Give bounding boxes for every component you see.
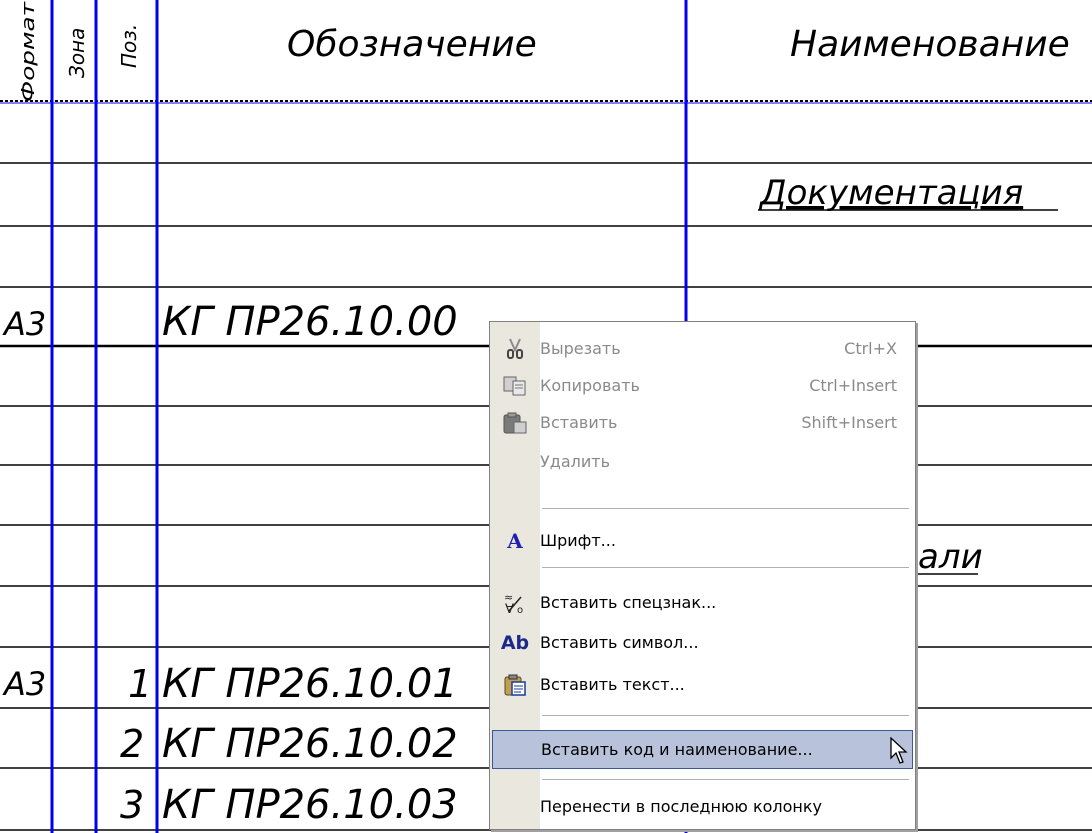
menu-item-shortcut: Shift+Insert <box>801 413 897 432</box>
row-format: А3 <box>2 305 46 343</box>
menu-item-shortcut: Ctrl+X <box>844 339 897 358</box>
menu-item-move-to-last-column[interactable]: Перенести в последнюю колонку <box>492 789 913 824</box>
menu-item-cut[interactable]: Вырезать Ctrl+X <box>492 331 913 366</box>
row-designation: КГ ПР26.10.00 <box>162 299 458 345</box>
menu-separator <box>542 715 909 716</box>
menu-item-label: Вставить текст... <box>540 675 685 694</box>
symbol-icon: Ab <box>500 631 530 654</box>
font-icon: A <box>507 528 523 553</box>
insert-text-icon <box>498 667 532 702</box>
menu-item-copy[interactable]: Копировать Ctrl+Insert <box>492 368 913 403</box>
svg-text:∀: ∀ <box>505 602 514 615</box>
row-position: 2 <box>120 722 144 766</box>
menu-separator <box>542 508 909 509</box>
header-designation: Обозначение <box>287 24 537 65</box>
row-designation: КГ ПР26.10.03 <box>162 782 458 828</box>
mouse-cursor-icon <box>890 736 908 769</box>
section-details-fragment: али <box>918 537 983 577</box>
copy-icon <box>498 368 532 403</box>
svg-text:o: o <box>517 605 523 615</box>
menu-item-label: Вставить <box>540 413 618 432</box>
menu-item-label: Перенести в последнюю колонку <box>540 797 823 816</box>
menu-item-label: Вставить спецзнак... <box>540 593 717 612</box>
menu-separator <box>542 567 909 568</box>
menu-item-label: Вставить код и наименование... <box>541 740 813 759</box>
header-format: Формат <box>18 1 39 102</box>
row-position: 1 <box>128 662 152 706</box>
header-position: Поз. <box>117 24 141 68</box>
menu-item-font[interactable]: A Шрифт... <box>492 523 913 558</box>
menu-item-insert-symbol[interactable]: Ab Вставить символ... <box>492 625 913 660</box>
menu-item-insert-special-sign[interactable]: ≈ ∀ o Вставить спецзнак... <box>492 585 913 620</box>
menu-item-shortcut: Ctrl+Insert <box>809 376 897 395</box>
menu-item-delete[interactable]: Удалить <box>492 444 913 479</box>
menu-item-insert-text[interactable]: Вставить текст... <box>492 667 913 702</box>
paste-icon <box>498 405 532 440</box>
row-position: 3 <box>120 783 144 827</box>
header-name: Наименование <box>790 24 1070 65</box>
scissors-icon <box>498 331 532 366</box>
menu-item-paste[interactable]: Вставить Shift+Insert <box>492 405 913 440</box>
row-designation: КГ ПР26.10.01 <box>162 661 458 707</box>
menu-item-label: Копировать <box>540 376 640 395</box>
menu-item-label: Шрифт... <box>540 531 616 550</box>
special-sign-icon: ≈ ∀ o <box>498 585 532 620</box>
header-zone: Зона <box>65 28 89 78</box>
row-designation: КГ ПР26.10.02 <box>162 721 458 767</box>
menu-separator <box>542 779 909 780</box>
context-menu: Вырезать Ctrl+X Копировать Ctrl+Insert В… <box>489 321 916 830</box>
menu-item-label: Вырезать <box>540 339 621 358</box>
section-documentation: Документация <box>758 173 1023 213</box>
row-format: А3 <box>2 665 46 703</box>
menu-item-label: Удалить <box>540 452 610 471</box>
menu-item-label: Вставить символ... <box>540 633 699 652</box>
menu-item-insert-code-and-name[interactable]: Вставить код и наименование... <box>492 730 913 769</box>
